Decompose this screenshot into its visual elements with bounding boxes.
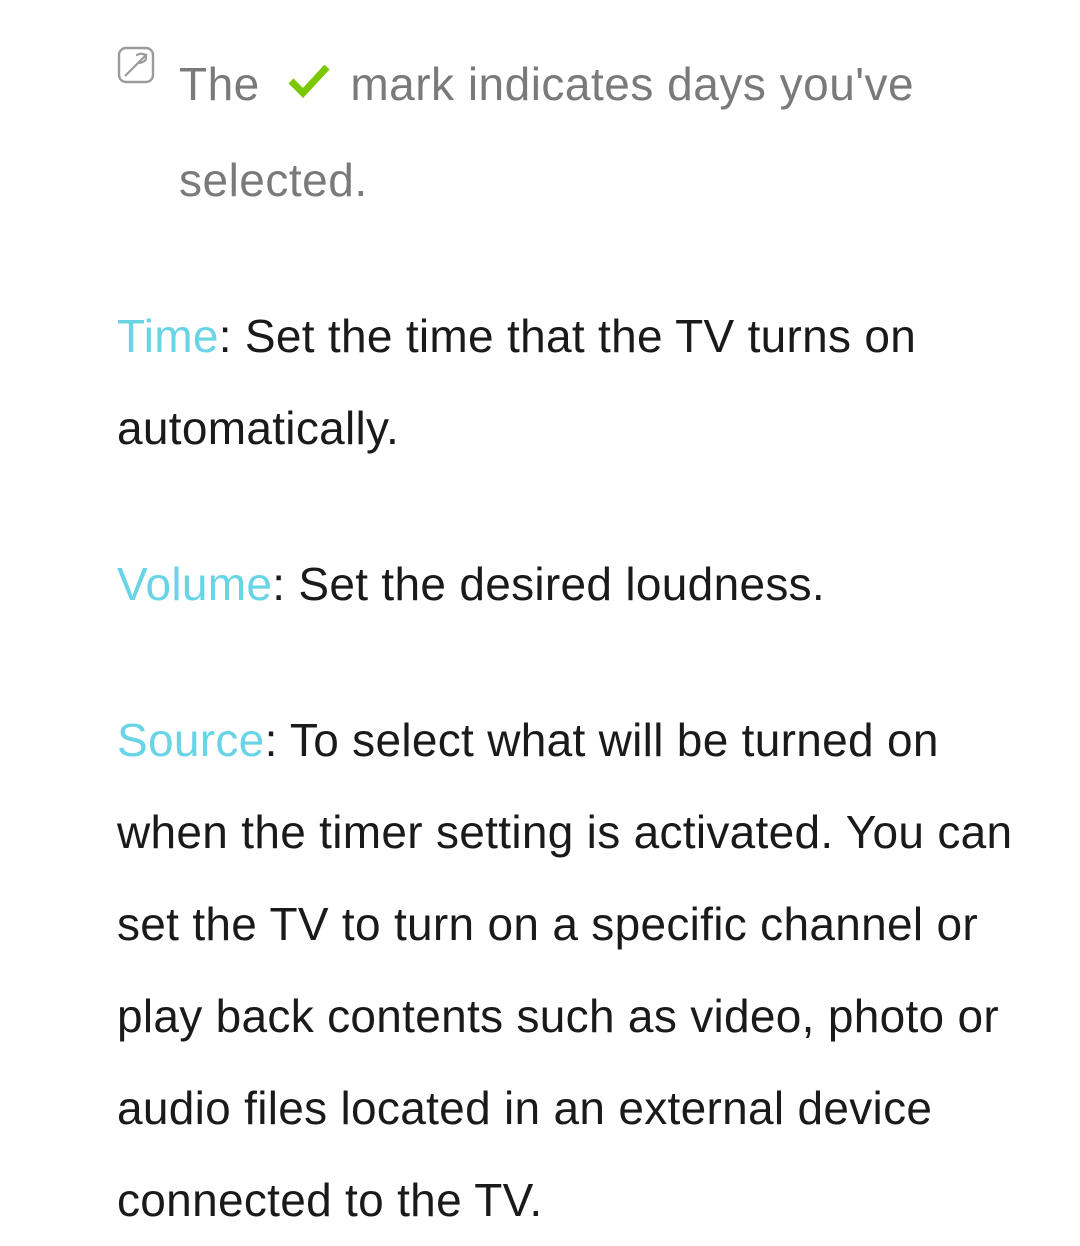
entry-time: Time: Set the time that the TV turns on …	[117, 290, 1050, 474]
note-text: The mark indicates days you've selected.	[179, 38, 1050, 226]
desc-time: : Set the time that the TV turns on auto…	[117, 310, 916, 454]
note-icon	[117, 46, 155, 84]
keyword-source: Source	[117, 714, 265, 766]
note-row: The mark indicates days you've selected.	[117, 38, 1050, 226]
note-text-part1: The	[179, 58, 260, 110]
document-content: The mark indicates days you've selected.…	[0, 38, 1080, 1246]
desc-volume: : Set the desired loudness.	[272, 558, 825, 610]
keyword-volume: Volume	[117, 558, 272, 610]
entry-volume: Volume: Set the desired loudness.	[117, 538, 1050, 630]
keyword-time: Time	[117, 310, 219, 362]
checkmark-icon	[287, 39, 331, 131]
desc-source: : To select what will be turned on when …	[117, 714, 1012, 1226]
entry-source: Source: To select what will be turned on…	[117, 694, 1050, 1246]
